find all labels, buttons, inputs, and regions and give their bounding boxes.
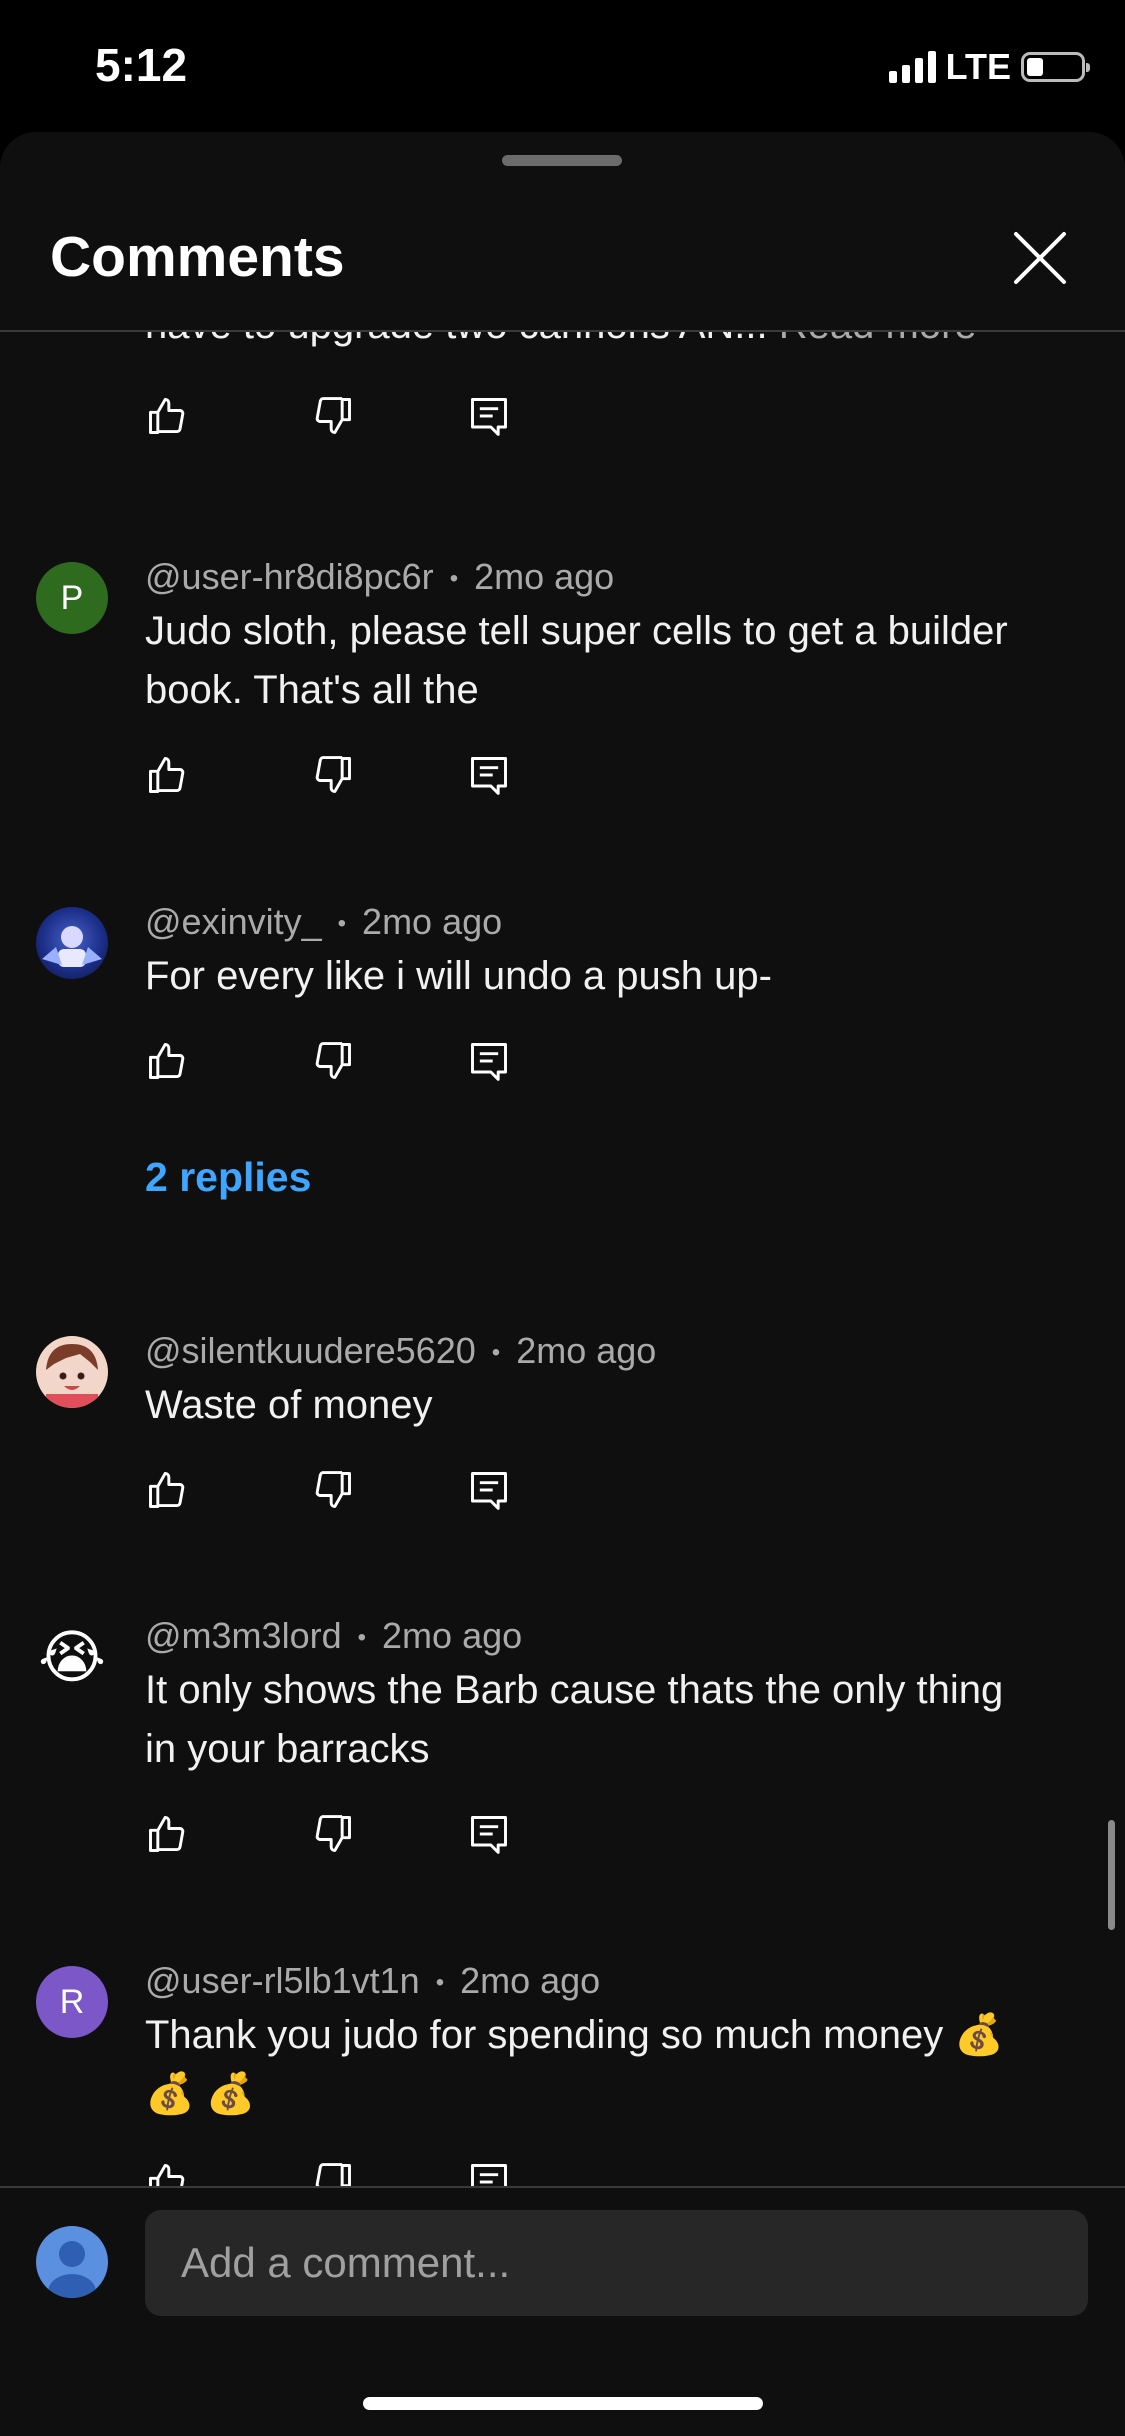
comment-text-content: have to upgrade two cannons AN... (145, 332, 768, 347)
cellular-signal-icon (888, 51, 936, 83)
status-time: 5:12 (95, 39, 188, 91)
sheet-header: Comments (0, 132, 1125, 332)
comment-actions (145, 753, 545, 803)
comment-meta: @m3m3lord • 2mo ago (145, 1615, 522, 1657)
comments-list[interactable]: have to upgrade two cannons AN... Read m… (0, 332, 1125, 2318)
dislike-icon[interactable] (311, 1468, 355, 1512)
comment-author[interactable]: @m3m3lord (145, 1615, 342, 1656)
avatar[interactable] (36, 1336, 108, 1408)
comment-author[interactable]: @silentkuudere5620 (145, 1330, 476, 1371)
comment-time: 2mo ago (362, 901, 503, 942)
comment-actions (145, 1812, 545, 1862)
comments-sheet: Comments have to upgrade two cannons AN.… (0, 132, 1125, 2436)
comment-time: 2mo ago (382, 1615, 523, 1656)
drag-handle[interactable] (502, 155, 622, 166)
home-indicator[interactable] (363, 2397, 763, 2410)
view-replies-link[interactable]: 2 replies (145, 1154, 311, 1201)
comment-meta: @user-hr8di8pc6r • 2mo ago (145, 556, 614, 598)
battery-icon (1021, 52, 1090, 82)
reply-icon[interactable] (467, 753, 511, 797)
comment-actions (145, 1468, 545, 1518)
read-more-link[interactable]: Read more (779, 332, 977, 347)
comment-meta: @user-rl5lb1vt1n • 2mo ago (145, 1960, 600, 2002)
comment-text: It only shows the Barb cause thats the o… (145, 1668, 1004, 1771)
status-bar: 5:12 LTE (0, 0, 1125, 132)
comment-text: have to upgrade two cannons AN... Read m… (145, 332, 1045, 355)
comment-author[interactable]: @exinvity_ (145, 901, 322, 942)
close-icon[interactable] (1010, 228, 1070, 288)
reply-icon[interactable] (467, 1468, 511, 1512)
dislike-icon[interactable] (311, 1812, 355, 1856)
comment-time: 2mo ago (474, 556, 615, 597)
like-icon[interactable] (145, 753, 189, 797)
avatar[interactable]: P (36, 562, 108, 634)
dislike-icon[interactable] (311, 1039, 355, 1083)
comment-meta: @exinvity_ • 2mo ago (145, 901, 502, 943)
sheet-title: Comments (50, 225, 345, 289)
comment-time: 2mo ago (460, 1960, 601, 2001)
comment-text: Thank you judo for spending so much mone… (145, 2013, 1005, 2116)
comment-actions (145, 1039, 545, 1089)
meta-separator: • (337, 910, 347, 938)
meta-separator: • (435, 1969, 445, 1997)
comment-text: Judo sloth, please tell super cells to g… (145, 609, 1008, 712)
avatar[interactable] (36, 907, 108, 979)
comment-time: 2mo ago (516, 1330, 657, 1371)
comment-input[interactable] (145, 2210, 1088, 2316)
status-indicators: LTE (888, 46, 1090, 88)
like-icon[interactable] (145, 1812, 189, 1856)
avatar[interactable]: 😭 (36, 1621, 108, 1693)
user-avatar-icon (36, 2226, 108, 2298)
comment-text: Waste of money (145, 1383, 433, 1427)
comment-author[interactable]: @user-rl5lb1vt1n (145, 1960, 420, 2001)
reply-icon[interactable] (467, 1812, 511, 1856)
comment-author[interactable]: @user-hr8di8pc6r (145, 556, 434, 597)
avatar[interactable]: R (36, 1966, 108, 2038)
meta-separator: • (491, 1339, 501, 1367)
comment-text: For every like i will undo a push up- (145, 954, 772, 998)
meta-separator: • (357, 1624, 367, 1652)
like-icon[interactable] (145, 1468, 189, 1512)
network-type: LTE (945, 46, 1011, 87)
dislike-icon[interactable] (311, 753, 355, 797)
comment-actions (145, 394, 545, 444)
dislike-icon[interactable] (311, 394, 355, 438)
reply-icon[interactable] (467, 1039, 511, 1083)
like-icon[interactable] (145, 394, 189, 438)
reply-icon[interactable] (467, 394, 511, 438)
avatar-image (46, 1344, 98, 1408)
avatar-image (42, 926, 102, 967)
meta-separator: • (449, 565, 459, 593)
scrollbar[interactable] (1108, 1820, 1115, 1930)
comment-meta: @silentkuudere5620 • 2mo ago (145, 1330, 656, 1372)
like-icon[interactable] (145, 1039, 189, 1083)
